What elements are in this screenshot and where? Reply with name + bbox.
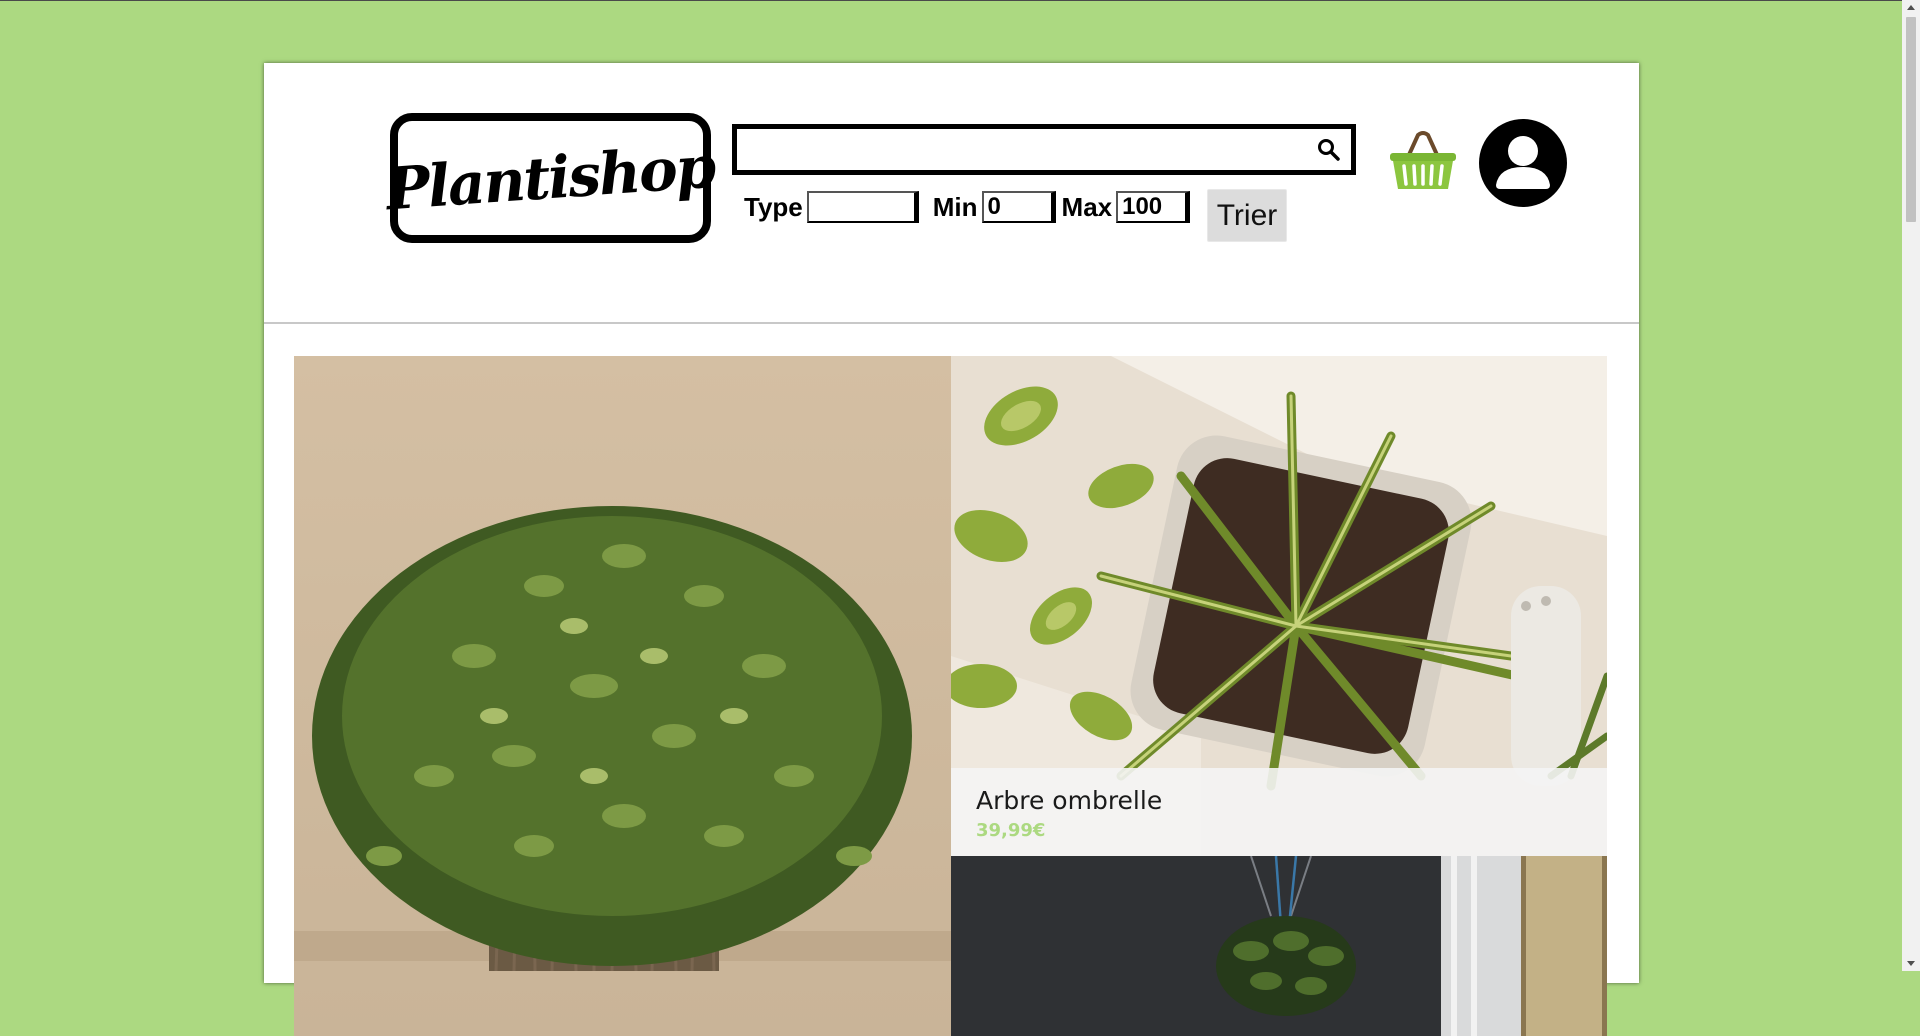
- product-card[interactable]: Arbre ombrelle 39,99€: [951, 356, 1607, 856]
- scroll-down-arrow-icon[interactable]: [1902, 954, 1920, 971]
- logo-text: Plantishop: [384, 132, 717, 224]
- product-caption: Arbre ombrelle 39,99€: [951, 768, 1607, 856]
- window-top-border: [0, 0, 1920, 1]
- product-grid: Arbre ombrelle 39,99€: [294, 356, 1607, 1036]
- search-icon[interactable]: [1315, 136, 1343, 164]
- header-divider: [264, 322, 1639, 324]
- user-icon[interactable]: [1479, 119, 1567, 207]
- product-name[interactable]: Arbre ombrelle: [976, 786, 1162, 815]
- product-price: 39,99€: [976, 820, 1046, 841]
- search-bar: [732, 124, 1356, 175]
- min-price-field[interactable]: [981, 191, 1056, 223]
- bushy-plant-image: [294, 356, 951, 1036]
- max-price-field[interactable]: [1116, 191, 1191, 223]
- site-logo[interactable]: Plantishop: [384, 113, 717, 243]
- product-card[interactable]: [951, 856, 1607, 1036]
- site-header: Plantishop Type Min Max Trier: [264, 63, 1639, 323]
- min-label: Min: [932, 191, 978, 222]
- scroll-up-arrow-icon[interactable]: [1902, 0, 1920, 17]
- basket-icon[interactable]: [1390, 129, 1456, 191]
- filter-row: Type Min Max: [744, 187, 1191, 227]
- type-field[interactable]: [806, 191, 919, 223]
- product-card[interactable]: [294, 356, 951, 1036]
- max-label: Max: [1061, 191, 1113, 222]
- scroll-thumb[interactable]: [1906, 17, 1916, 222]
- sort-button[interactable]: Trier: [1207, 189, 1287, 242]
- vertical-scrollbar[interactable]: [1902, 0, 1920, 971]
- type-label: Type: [744, 191, 803, 222]
- search-input[interactable]: [741, 133, 1305, 167]
- hanging-plant-image: [951, 856, 1607, 1036]
